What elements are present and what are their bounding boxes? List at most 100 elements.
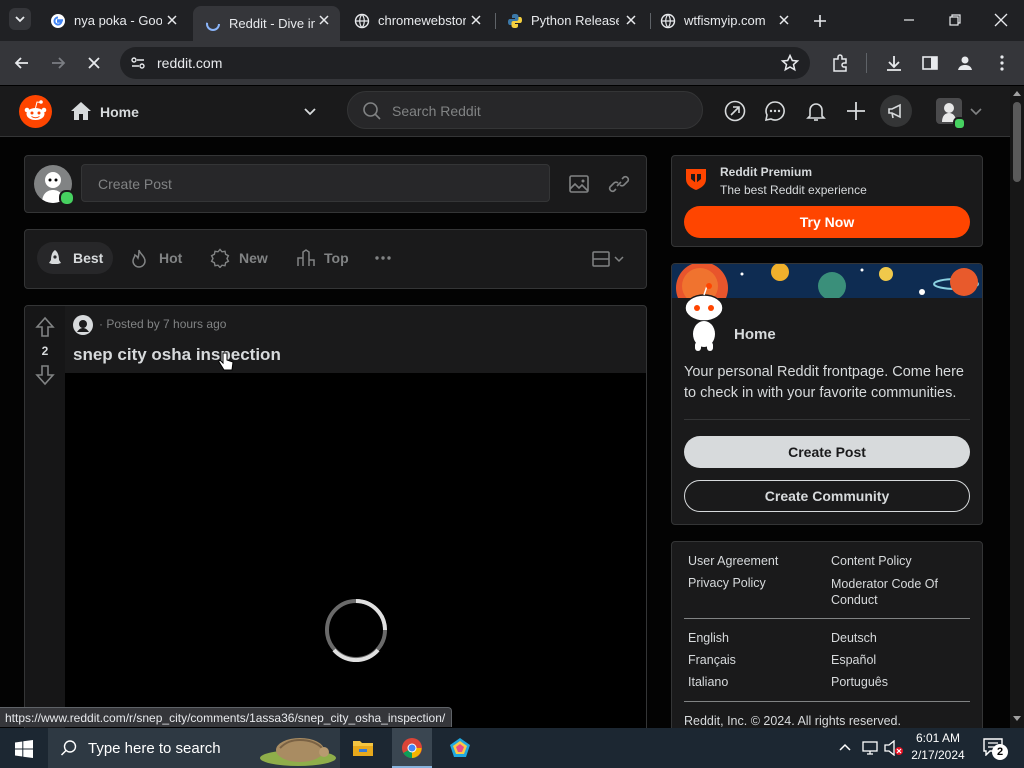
close-window-icon[interactable] — [991, 10, 1011, 30]
stop-loading-icon[interactable] — [84, 53, 104, 73]
taskbar-file-explorer[interactable] — [344, 728, 382, 768]
tab-title: Python Release — [531, 13, 619, 28]
minimize-icon[interactable] — [899, 10, 919, 30]
lang-francais-link[interactable]: Français — [688, 653, 736, 667]
sort-new[interactable]: New — [210, 242, 268, 274]
image-upload-icon[interactable] — [568, 173, 590, 195]
browser-tab-wtfismyip[interactable]: wtfismyip.com — [648, 6, 800, 35]
browser-tab-chromewebstore[interactable]: chromewebstor — [342, 6, 492, 35]
menu-dots-icon[interactable] — [992, 53, 1012, 73]
volume-muted-icon[interactable] — [884, 740, 904, 756]
moderator-code-link[interactable]: Moderator Code Of Conduct — [831, 576, 961, 608]
create-plus-icon[interactable] — [845, 100, 867, 122]
premium-subtitle: The best Reddit experience — [720, 183, 867, 197]
search-bar[interactable]: Search Reddit — [347, 91, 703, 129]
close-icon[interactable] — [316, 12, 332, 28]
create-post-input[interactable]: Create Post — [81, 164, 550, 202]
notification-center[interactable]: 2 — [980, 736, 1010, 760]
extensions-icon[interactable] — [830, 53, 850, 73]
try-now-button[interactable]: Try Now — [684, 206, 970, 238]
link-icon[interactable] — [608, 173, 630, 195]
address-text[interactable]: reddit.com — [157, 55, 222, 71]
site-info-icon[interactable] — [129, 54, 147, 72]
downvote-arrow-icon[interactable] — [34, 364, 56, 386]
post-meta: · Posted by 7 hours ago — [99, 317, 227, 331]
sort-best[interactable]: Best — [37, 242, 113, 274]
browser-tab-reddit[interactable]: Reddit - Dive in — [193, 6, 340, 41]
clock-time: 6:01 AM — [915, 731, 961, 745]
notification-count: 2 — [992, 744, 1008, 760]
snoo-mascot-icon — [684, 283, 724, 351]
create-post-button[interactable]: Create Post — [684, 436, 970, 468]
create-post-placeholder: Create Post — [98, 176, 172, 192]
home-icon — [71, 102, 91, 120]
browser-tab-google[interactable]: nya poka - Goo — [38, 6, 188, 35]
network-icon[interactable] — [862, 740, 880, 756]
lang-deutsch-link[interactable]: Deutsch — [831, 631, 877, 645]
sort-top[interactable]: Top — [296, 242, 349, 274]
premium-title: Reddit Premium — [720, 165, 813, 179]
loading-spinner-icon — [325, 599, 387, 662]
new-tab-icon[interactable] — [810, 11, 830, 31]
clock[interactable]: 6:01 AM 2/17/2024 — [906, 731, 970, 762]
taskbar-app-pentagon[interactable] — [440, 728, 480, 768]
tab-search-button[interactable] — [9, 8, 31, 30]
create-community-button[interactable]: Create Community — [684, 480, 970, 512]
community-icon[interactable] — [73, 315, 93, 335]
browser-tab-python[interactable]: Python Release — [495, 6, 647, 35]
forward-arrow-icon[interactable] — [48, 53, 68, 73]
sort-hot[interactable]: Hot — [129, 242, 182, 274]
popular-arrow-icon[interactable] — [724, 100, 746, 122]
post-media[interactable] — [65, 373, 646, 728]
windows-start-icon[interactable] — [15, 740, 33, 758]
view-mode-dropdown[interactable] — [589, 248, 629, 270]
taskbar-search-box[interactable]: Type here to search — [48, 728, 340, 768]
chevron-down-icon — [304, 108, 316, 116]
user-agreement-link[interactable]: User Agreement — [688, 554, 778, 568]
search-input[interactable]: Search Reddit — [392, 103, 481, 119]
notification-bell-icon[interactable] — [805, 100, 827, 122]
scrollbar-thumb[interactable] — [1013, 102, 1021, 182]
tray-chevron-up-icon[interactable] — [838, 741, 852, 755]
home-dropdown[interactable]: Home — [66, 94, 332, 128]
folder-icon — [353, 741, 373, 756]
chat-icon[interactable] — [764, 100, 786, 122]
lang-italiano-link[interactable]: Italiano — [688, 675, 728, 689]
post-title[interactable]: snep city osha inspection — [73, 345, 281, 365]
home-card-title: Home — [734, 326, 776, 343]
page-scrollbar[interactable] — [1010, 86, 1024, 728]
user-menu[interactable] — [934, 95, 986, 130]
bookmark-star-icon[interactable] — [780, 53, 800, 73]
hand-cursor-icon — [218, 352, 234, 371]
content-policy-link[interactable]: Content Policy — [831, 554, 912, 568]
flame-icon — [132, 249, 146, 268]
advertise-button[interactable] — [880, 95, 912, 127]
scroll-down-arrow-icon[interactable] — [1013, 716, 1021, 722]
address-bar[interactable]: reddit.com — [120, 47, 810, 79]
online-status-dot — [59, 190, 75, 206]
restore-icon[interactable] — [945, 10, 965, 30]
upvote-arrow-icon[interactable] — [34, 316, 56, 338]
premium-shield-icon — [686, 169, 706, 190]
close-icon[interactable] — [776, 12, 792, 28]
download-icon[interactable] — [884, 53, 904, 73]
sort-best-label: Best — [73, 250, 104, 266]
more-options-icon[interactable] — [373, 250, 393, 266]
close-icon[interactable] — [623, 12, 639, 28]
taskbar-chrome[interactable] — [392, 728, 432, 768]
vote-count: 2 — [41, 344, 49, 358]
create-post-card: Create Post — [24, 155, 647, 213]
lang-espanol-link[interactable]: Español — [831, 653, 876, 667]
close-icon[interactable] — [164, 12, 180, 28]
profile-icon[interactable] — [955, 53, 975, 73]
close-icon[interactable] — [468, 12, 484, 28]
scroll-up-arrow-icon[interactable] — [1013, 90, 1021, 96]
back-arrow-icon[interactable] — [12, 53, 32, 73]
lang-portugues-link[interactable]: Português — [831, 675, 888, 689]
privacy-policy-link[interactable]: Privacy Policy — [688, 576, 766, 590]
side-panel-icon[interactable] — [920, 53, 940, 73]
lang-english-link[interactable]: English — [688, 631, 729, 645]
sort-top-label: Top — [324, 250, 349, 266]
post-card[interactable]: 2 · Posted by 7 hours ago snep city osha… — [24, 305, 647, 728]
reddit-logo-icon[interactable] — [19, 95, 52, 128]
